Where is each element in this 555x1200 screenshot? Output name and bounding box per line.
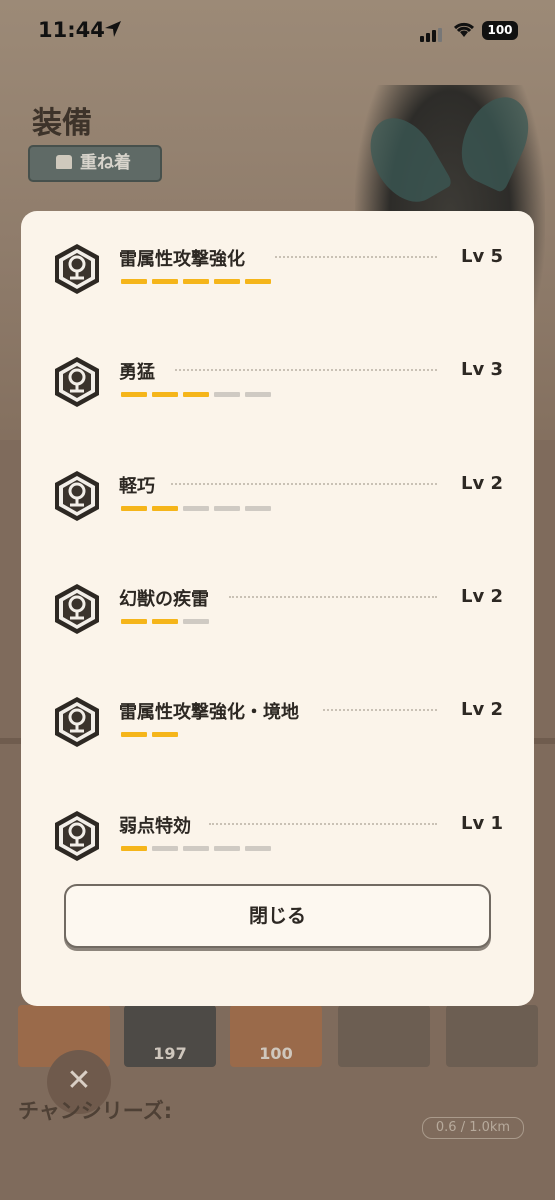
- skill-leader-dots: [209, 823, 437, 825]
- signal-icon: [420, 23, 444, 42]
- skill-row: 幻獣の疾雷 Lv 2: [21, 565, 534, 665]
- status-bar: 11:44 100: [0, 0, 555, 62]
- level-segment-empty: [214, 506, 240, 511]
- skill-leader-dots: [175, 369, 437, 371]
- level-segment-filled: [152, 506, 178, 511]
- level-segment-empty: [214, 392, 240, 397]
- level-segment-filled: [121, 506, 147, 511]
- skill-list-modal: 雷属性攻撃強化 Lv 5 勇猛 Lv 3 軽巧 Lv 2 幻獣の疾雷 Lv 2 雷属性攻撃強化・…: [21, 211, 534, 1006]
- character-horn: [448, 86, 542, 194]
- level-segment-filled: [121, 619, 147, 624]
- level-segment-filled: [121, 392, 147, 397]
- skill-name: 雷属性攻撃強化: [119, 249, 245, 270]
- equipment-card[interactable]: [338, 1005, 430, 1067]
- equipment-card[interactable]: [446, 1005, 538, 1067]
- skill-level: Lv 1: [461, 813, 503, 834]
- character-horn: [356, 106, 454, 214]
- battery-icon: 100: [482, 21, 518, 40]
- skill-name: 雷属性攻撃強化・境地: [119, 702, 299, 723]
- level-segment-filled: [152, 619, 178, 624]
- status-time: 11:44: [38, 18, 105, 42]
- level-segment-empty: [245, 846, 271, 851]
- equipment-card[interactable]: 100: [230, 1005, 322, 1067]
- level-segment-empty: [245, 506, 271, 511]
- shirt-icon: [56, 155, 72, 169]
- skill-level: Lv 3: [461, 359, 503, 380]
- level-segment-filled: [214, 279, 240, 284]
- series-label: チャンシリーズ:: [18, 1099, 173, 1123]
- level-segment-filled: [245, 279, 271, 284]
- level-segment-filled: [152, 279, 178, 284]
- level-segment-empty: [183, 846, 209, 851]
- skill-level: Lv 2: [461, 699, 503, 720]
- location-arrow-icon: [105, 21, 121, 37]
- skill-row: 雷属性攻撃強化 Lv 5: [21, 225, 534, 325]
- level-segment-empty: [214, 846, 240, 851]
- skill-row: 勇猛 Lv 3: [21, 338, 534, 438]
- skill-name: 軽巧: [119, 476, 155, 497]
- level-segment-empty: [183, 619, 209, 624]
- skill-hexagon-icon: [55, 811, 99, 861]
- skill-level: Lv 5: [461, 246, 503, 267]
- skill-hexagon-icon: [55, 584, 99, 634]
- level-segment-filled: [183, 279, 209, 284]
- skill-name: 勇猛: [119, 362, 155, 383]
- skill-name: 弱点特効: [119, 816, 191, 837]
- skill-hexagon-icon: [55, 697, 99, 747]
- level-segment-filled: [121, 846, 147, 851]
- equipment-value: 197: [153, 1044, 187, 1063]
- equipment-card[interactable]: 197: [124, 1005, 216, 1067]
- skill-row: 軽巧 Lv 2: [21, 452, 534, 552]
- skill-hexagon-icon: [55, 357, 99, 407]
- skill-row: 雷属性攻撃強化・境地 Lv 2: [21, 678, 534, 778]
- level-segment-empty: [245, 392, 271, 397]
- distance-badge: 0.6 / 1.0km: [422, 1117, 524, 1139]
- skill-leader-dots: [229, 596, 437, 598]
- skill-row: 弱点特効 Lv 1: [21, 792, 534, 892]
- equipment-value: 100: [259, 1044, 293, 1063]
- layer-armor-label: 重ね着: [80, 153, 131, 173]
- layer-armor-button[interactable]: 重ね着: [28, 145, 162, 182]
- wifi-icon: [453, 22, 475, 37]
- page-title: 装備: [32, 106, 92, 141]
- skill-leader-dots: [171, 483, 437, 485]
- skill-level: Lv 2: [461, 473, 503, 494]
- level-segment-empty: [183, 506, 209, 511]
- skill-leader-dots: [275, 256, 437, 258]
- level-segment-filled: [121, 279, 147, 284]
- level-segment-filled: [183, 392, 209, 397]
- level-segment-empty: [152, 846, 178, 851]
- level-segment-filled: [121, 732, 147, 737]
- skill-leader-dots: [323, 709, 437, 711]
- level-segment-filled: [152, 392, 178, 397]
- skill-hexagon-icon: [55, 471, 99, 521]
- level-segment-filled: [152, 732, 178, 737]
- skill-name: 幻獣の疾雷: [119, 589, 209, 610]
- close-button[interactable]: 閉じる: [64, 884, 491, 948]
- skill-hexagon-icon: [55, 244, 99, 294]
- skill-level: Lv 2: [461, 586, 503, 607]
